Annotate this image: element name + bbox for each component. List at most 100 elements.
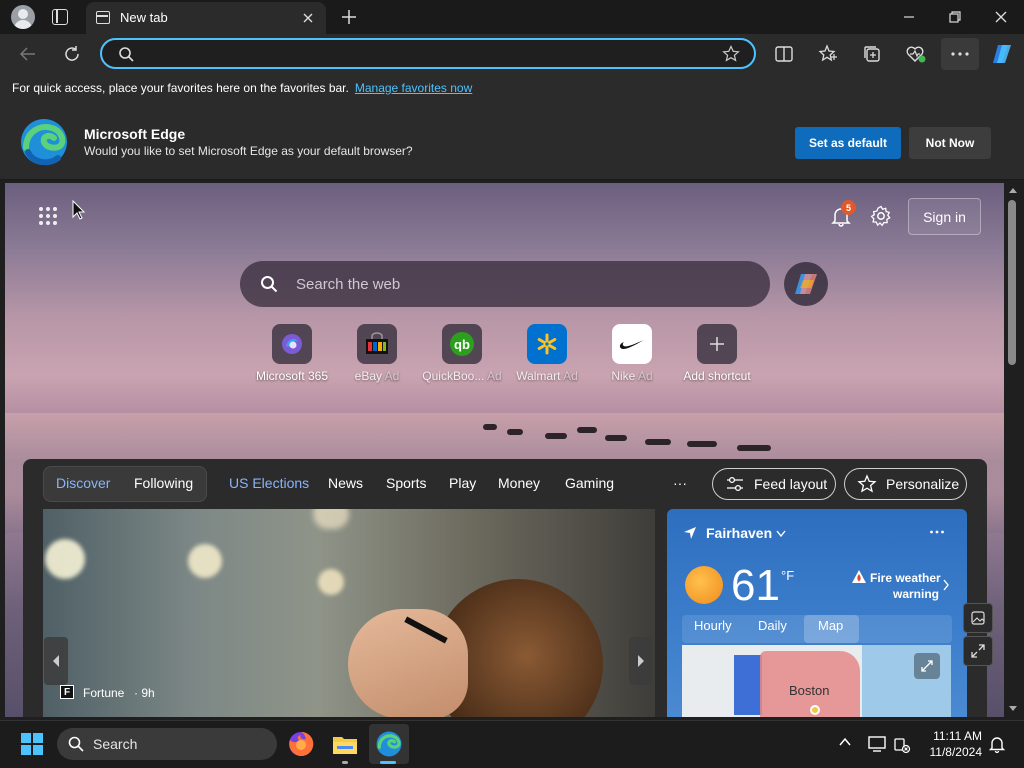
ad-label: Ad [487, 369, 502, 383]
close-tab-icon[interactable] [300, 10, 316, 26]
close-window-icon[interactable] [994, 10, 1008, 24]
tab-new-tab[interactable]: New tab [86, 2, 326, 34]
file-explorer-icon[interactable] [332, 733, 358, 755]
apps-grid-icon[interactable] [38, 206, 58, 226]
tab-sports[interactable]: Sports [386, 475, 426, 491]
manage-favorites-link[interactable]: Manage favorites now [355, 81, 472, 95]
copilot-search-button[interactable] [784, 262, 828, 306]
tab-actions-icon[interactable] [52, 9, 68, 25]
weather-alert-line2[interactable]: warning [893, 587, 939, 601]
sunny-icon [685, 566, 723, 604]
personalize-label: Personalize [886, 476, 960, 492]
notification-center-bell-icon[interactable] [988, 735, 1006, 753]
collections-icon[interactable] [861, 43, 883, 65]
copilot-icon[interactable] [990, 43, 1014, 65]
minimize-icon[interactable] [902, 10, 916, 24]
walmart-spark-icon [527, 324, 567, 364]
taskbar-clock[interactable]: 11:11 AM 11/8/2024 [920, 728, 983, 760]
tab-following[interactable]: Following [134, 475, 193, 491]
not-now-button[interactable]: Not Now [909, 127, 991, 159]
tab-title: New tab [120, 10, 168, 25]
back-icon[interactable] [17, 43, 39, 65]
background-image-button[interactable] [963, 603, 993, 633]
taskbar-search-box[interactable]: Search [57, 728, 277, 760]
set-as-default-button[interactable]: Set as default [795, 127, 901, 159]
new-tab-icon[interactable] [340, 8, 358, 26]
nike-swoosh-icon [612, 324, 652, 364]
firefox-icon[interactable] [288, 731, 314, 757]
split-screen-icon[interactable] [773, 43, 795, 65]
fullscreen-button[interactable] [963, 636, 993, 666]
bokeh-light [313, 509, 349, 529]
carousel-next-button[interactable] [629, 637, 653, 685]
shortcut-ebay[interactable]: eBay Ad [334, 324, 420, 384]
shortcut-walmart[interactable]: Walmart Ad [504, 324, 590, 384]
shortcut-label: Add shortcut [683, 369, 751, 383]
more-icon[interactable] [929, 529, 945, 535]
refresh-icon[interactable] [61, 43, 83, 65]
profile-avatar[interactable] [11, 5, 35, 29]
personalize-button[interactable]: Personalize [844, 468, 967, 500]
favorites-icon[interactable] [817, 43, 839, 65]
show-hidden-icons-chevron-up-icon[interactable] [838, 737, 852, 747]
tab-us-elections[interactable]: US Elections [229, 475, 309, 491]
weather-alert-line1[interactable]: Fire weather [870, 571, 941, 585]
browser-essentials-icon[interactable] [905, 43, 927, 65]
settings-and-more-button[interactable] [941, 38, 979, 70]
windows-start-icon[interactable] [21, 733, 43, 755]
tab-money[interactable]: Money [498, 475, 540, 491]
hero-article-card[interactable]: F Fortune · 9h [43, 509, 655, 717]
more-tabs-button[interactable]: ··· [673, 475, 687, 491]
browser-toolbar [0, 34, 1024, 74]
weather-map[interactable]: Boston [682, 645, 951, 717]
ebay-bag-icon [357, 324, 397, 364]
tab-discover[interactable]: Discover [56, 475, 110, 491]
tab-gaming[interactable]: Gaming [565, 475, 614, 491]
tab-play[interactable]: Play [449, 475, 476, 491]
weather-location[interactable]: Fairhaven [706, 525, 772, 541]
tab-news[interactable]: News [328, 475, 363, 491]
notification-count-badge: 5 [841, 200, 856, 215]
quickbooks-icon: qb [442, 324, 482, 364]
carousel-previous-button[interactable] [44, 637, 68, 685]
feed-layout-button[interactable]: Feed layout [712, 468, 836, 500]
web-search-box[interactable]: Search the web [240, 261, 770, 307]
network-disconnected-icon[interactable] [893, 736, 911, 754]
fortune-logo-icon: F [60, 685, 74, 699]
background-stone [645, 439, 671, 445]
temperature-unit[interactable]: °F [781, 568, 794, 583]
expand-map-button[interactable] [914, 653, 940, 679]
display-icon[interactable] [867, 735, 887, 753]
chevron-down-icon[interactable] [775, 529, 787, 539]
weather-tab-hourly[interactable]: Hourly [694, 618, 732, 633]
chevron-right-icon [638, 655, 644, 667]
article-age: · 9h [134, 686, 155, 700]
shortcut-label: QuickBoo... [422, 369, 485, 383]
microsoft-365-icon [272, 324, 312, 364]
address-bar[interactable] [100, 38, 756, 69]
shortcut-microsoft-365[interactable]: Microsoft 365 [249, 324, 335, 384]
weather-tab-map[interactable]: Map [818, 618, 843, 633]
edge-taskbar-icon [376, 731, 402, 757]
chevron-right-icon[interactable] [942, 579, 950, 591]
background-stone [687, 441, 717, 447]
background-stone [483, 424, 497, 430]
page-settings-gear-icon[interactable] [870, 205, 892, 227]
favorite-star-icon[interactable] [722, 45, 740, 63]
map-warning-area-blue [734, 655, 762, 715]
sign-in-button[interactable]: Sign in [908, 198, 981, 235]
shortcut-nike[interactable]: Nike Ad [589, 324, 675, 384]
shortcut-label: Microsoft 365 [255, 369, 329, 383]
weather-tab-daily[interactable]: Daily [758, 618, 787, 633]
copilot-icon [795, 274, 817, 294]
bokeh-light [318, 569, 344, 595]
shortcut-add[interactable]: Add shortcut [674, 324, 760, 384]
article-source: Fortune [83, 686, 125, 700]
background-stone [545, 433, 567, 439]
taskbar-indicator-active [380, 761, 396, 764]
more-icon [951, 52, 969, 56]
weather-card: Fairhaven 61 °F Fire weather warning Bos… [667, 509, 967, 717]
scrollbar-thumb[interactable] [1008, 200, 1016, 365]
shortcut-quickbooks[interactable]: qb QuickBoo... Ad [419, 324, 505, 384]
restore-icon[interactable] [948, 10, 962, 24]
